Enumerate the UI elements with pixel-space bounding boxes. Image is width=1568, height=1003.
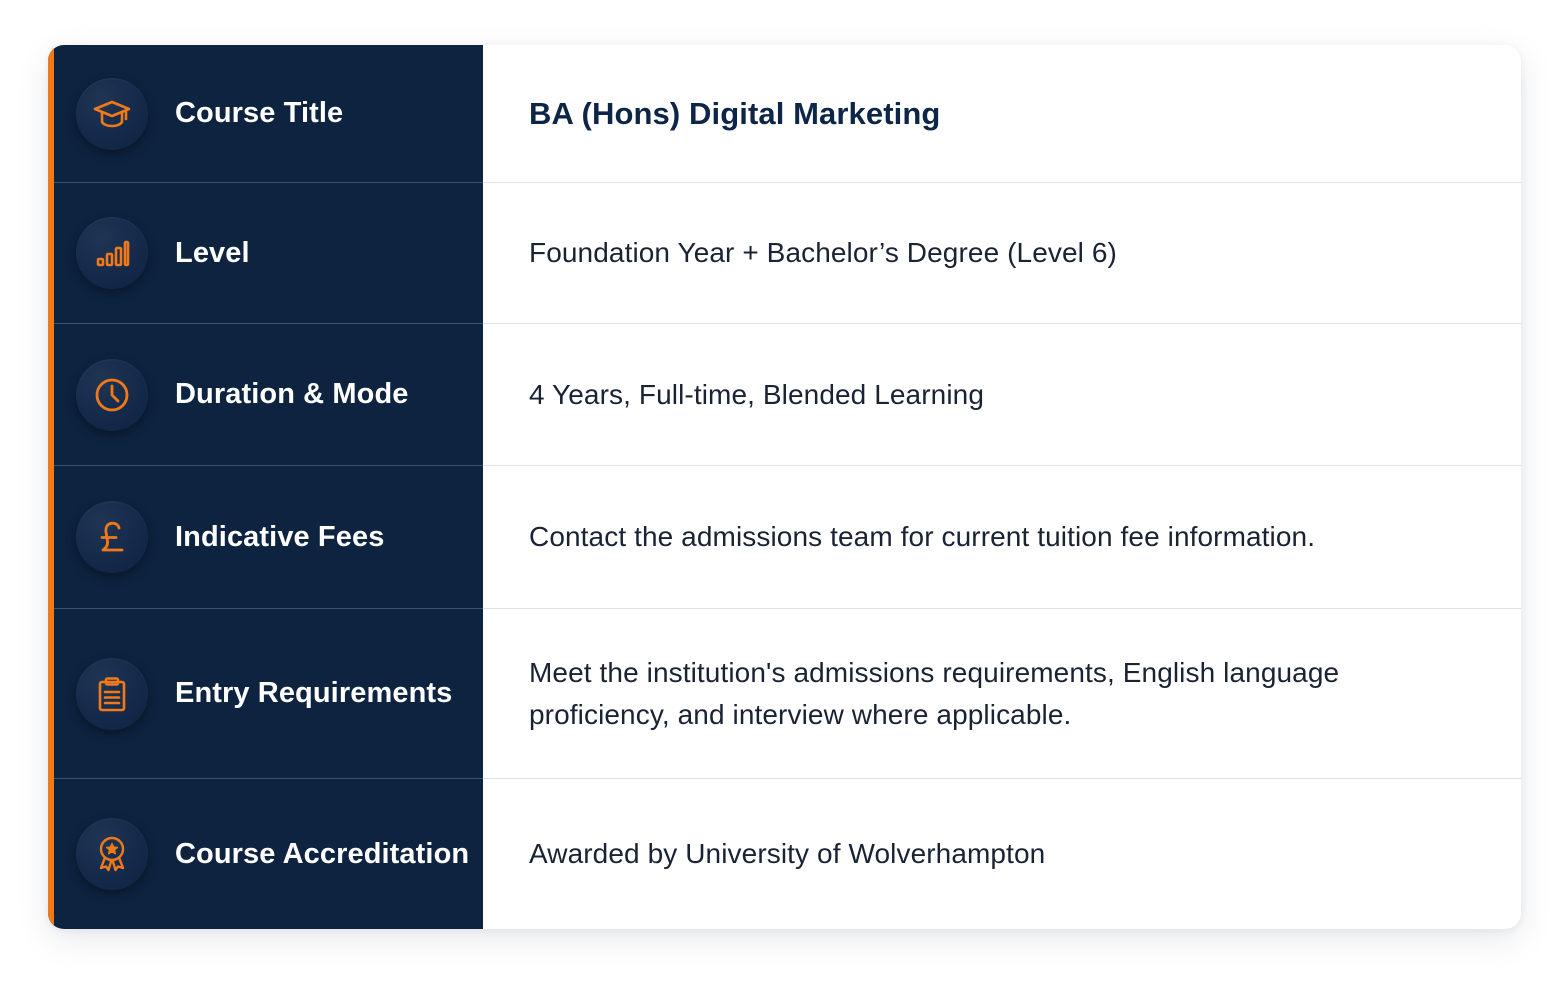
row-label-cell: Course Title: [48, 45, 483, 182]
row-value-cell: Awarded by University of Wolverhampton: [483, 778, 1521, 929]
duration-mode-value: 4 Years, Full-time, Blended Learning: [529, 378, 984, 410]
bar-chart-icon: [76, 217, 148, 289]
entry-requirements-label: Entry Requirements: [175, 677, 453, 709]
row-value-cell: Foundation Year + Bachelor’s Degree (Lev…: [483, 182, 1521, 323]
row-value-cell: Meet the institution's admissions requir…: [483, 608, 1521, 778]
row-label-cell: Level: [48, 182, 483, 323]
row-value-cell: BA (Hons) Digital Marketing: [483, 45, 1521, 182]
row-value-cell: Contact the admissions team for current …: [483, 465, 1521, 608]
indicative-fees-label: Indicative Fees: [175, 520, 385, 553]
course-info-card: Course Title BA (Hons) Digital Marketing…: [48, 45, 1521, 929]
row-label-cell: Duration & Mode: [48, 323, 483, 465]
row-label-cell: Entry Requirements: [48, 608, 483, 778]
clock-icon: [76, 358, 148, 431]
row-entry-requirements: Entry Requirements Meet the institution'…: [48, 608, 1521, 778]
row-duration-mode: Duration & Mode 4 Years, Full-time, Blen…: [48, 323, 1521, 465]
duration-mode-label: Duration & Mode: [175, 378, 409, 410]
row-label-cell: Course Accreditation: [48, 778, 483, 929]
pound-icon: [76, 501, 148, 573]
row-label-cell: Indicative Fees: [48, 465, 483, 608]
row-indicative-fees: Indicative Fees Contact the admissions t…: [48, 465, 1521, 608]
row-course-title: Course Title BA (Hons) Digital Marketing: [48, 45, 1521, 182]
clipboard-icon: [76, 657, 148, 730]
row-level: Level Foundation Year + Bachelor’s Degre…: [48, 182, 1521, 323]
row-course-accreditation: Course Accreditation Awarded by Universi…: [48, 778, 1521, 929]
course-title-value: BA (Hons) Digital Marketing: [529, 95, 941, 131]
graduation-cap-icon: [76, 77, 148, 150]
level-value: Foundation Year + Bachelor’s Degree (Lev…: [529, 237, 1117, 268]
indicative-fees-value: Contact the admissions team for current …: [529, 521, 1316, 552]
award-ribbon-icon: [76, 818, 148, 890]
row-value-cell: 4 Years, Full-time, Blended Learning: [483, 323, 1521, 465]
entry-requirements-value: Meet the institution's admissions requir…: [529, 656, 1340, 730]
course-accreditation-value: Awarded by University of Wolverhampton: [529, 838, 1046, 869]
course-title-label: Course Title: [175, 97, 344, 129]
course-accreditation-label: Course Accreditation: [175, 837, 470, 870]
level-label: Level: [175, 236, 250, 269]
accent-bar: [48, 45, 54, 929]
